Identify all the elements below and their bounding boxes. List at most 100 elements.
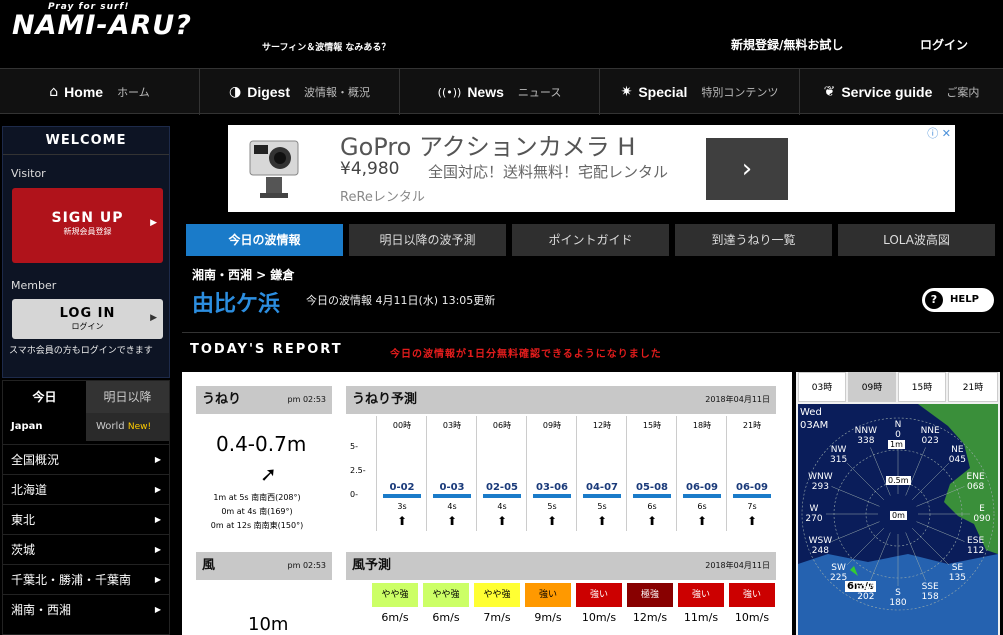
area-item-label: 湘南・西湘 bbox=[11, 603, 72, 617]
forecast-period: 5s bbox=[597, 502, 607, 511]
login-label: LOG IN bbox=[59, 306, 116, 321]
area-item[interactable]: 北海道 ▶ bbox=[3, 474, 169, 504]
swell-line: 1m at 5s 南南西(208°) bbox=[213, 493, 301, 502]
ad-next-button[interactable]: › bbox=[706, 138, 788, 200]
nav-news[interactable]: ((•)) News ニュース bbox=[400, 69, 600, 115]
chevron-right-icon: ▶ bbox=[154, 515, 161, 524]
compass-tab[interactable]: 09時 bbox=[848, 372, 896, 402]
compass-direction: S 180 bbox=[882, 588, 914, 608]
swell-forecast-header: うねり予測 2018年04月11日 bbox=[346, 386, 776, 414]
broadcast-icon: ((•)) bbox=[437, 85, 462, 99]
forecast-column: 06時 02-05 4s ⬆ bbox=[476, 416, 526, 531]
area-item-label: 茨城 bbox=[11, 543, 36, 557]
direction-degrees: 202 bbox=[857, 591, 875, 602]
compass-tab[interactable]: 03時 bbox=[798, 372, 846, 402]
site-logo[interactable]: Pray for surf! NAMI-ARU? bbox=[12, 2, 192, 41]
tab-world-label: World bbox=[96, 421, 125, 432]
nav-home[interactable]: ⌂ Home ホーム bbox=[0, 69, 200, 115]
compass-direction: WSW 248 bbox=[804, 536, 836, 556]
forecast-period: 3s bbox=[397, 502, 407, 511]
direction-degrees: 248 bbox=[811, 546, 829, 557]
forecast-hour: 06時 bbox=[492, 421, 512, 430]
wind-time: pm 02:53 bbox=[287, 561, 326, 570]
tab-point-guide[interactable]: ポイントガイド bbox=[512, 224, 669, 256]
forecast-height-bar bbox=[433, 494, 471, 498]
direction-name: WNW bbox=[808, 471, 833, 482]
direction-name: N bbox=[894, 420, 902, 430]
main-nav: ⌂ Home ホーム ◑ Digest 波情報・概況 ((•)) News ニュ… bbox=[0, 68, 1003, 115]
ad-info-icon[interactable]: ⓘ ✕ bbox=[927, 125, 951, 141]
chevron-right-icon: ▶ bbox=[154, 605, 161, 614]
compass-direction: WNW 293 bbox=[804, 472, 836, 492]
forecast-hour: 12時 bbox=[592, 421, 612, 430]
spot-name: 由比ケ浜 bbox=[192, 292, 281, 317]
help-button[interactable]: ? HELP bbox=[922, 288, 994, 312]
y-tick: 2.5- bbox=[350, 466, 366, 475]
compass-spoke bbox=[905, 447, 926, 496]
nav-special[interactable]: ✷ Special 特別コンテンツ bbox=[600, 69, 800, 115]
nav-special-sub: 特別コンテンツ bbox=[701, 86, 779, 99]
area-item[interactable]: 湘南・西湘 ▶ bbox=[3, 594, 169, 624]
nav-digest[interactable]: ◑ Digest 波情報・概況 bbox=[200, 69, 400, 115]
register-link[interactable]: 新規登録/無料お試し bbox=[731, 36, 843, 53]
breadcrumb[interactable]: 湘南・西湘 > 鎌倉 bbox=[192, 266, 294, 283]
tab-today[interactable]: 今日 bbox=[3, 381, 86, 413]
area-item[interactable]: 茨城 ▶ bbox=[3, 534, 169, 564]
wind-speed-value: 11m/s bbox=[683, 611, 719, 624]
wind-category: 強い bbox=[525, 583, 571, 607]
swell-direction-arrow-icon: ➚ bbox=[260, 462, 277, 486]
tab-swell-list[interactable]: 到達うねり一覧 bbox=[675, 224, 832, 256]
logo-tagline-pray: Pray for surf! bbox=[48, 2, 130, 12]
direction-name: E bbox=[979, 504, 985, 514]
ring-label: 1m bbox=[888, 440, 905, 449]
compass-tab[interactable]: 15時 bbox=[898, 372, 946, 402]
tab-forecast[interactable]: 明日以降の波予測 bbox=[349, 224, 506, 256]
area-item[interactable]: 東北 ▶ bbox=[3, 504, 169, 534]
login-link[interactable]: ログイン bbox=[920, 36, 968, 53]
signup-button[interactable]: SIGN UP 新規会員登録 ▶ bbox=[12, 188, 163, 263]
compass-day: Wed bbox=[800, 407, 822, 418]
forecast-hour: 21時 bbox=[742, 421, 762, 430]
nav-service-guide[interactable]: ❦ Service guide ご案内 bbox=[800, 69, 1003, 115]
ad-shipping: 全国対応！送料無料！宅配レンタル bbox=[428, 163, 669, 181]
compass-direction: SE 135 bbox=[941, 563, 973, 583]
tab-today-wave[interactable]: 今日の波情報 bbox=[186, 224, 343, 256]
tab-tomorrow[interactable]: 明日以降 bbox=[86, 381, 169, 413]
y-tick: 0- bbox=[350, 490, 358, 499]
forecast-period: 6s bbox=[697, 502, 707, 511]
direction-degrees: 225 bbox=[830, 573, 848, 584]
chevron-right-icon: ▶ bbox=[154, 455, 161, 464]
swell-arrow-icon: ⬆ bbox=[396, 514, 408, 528]
swell-forecast-date: 2018年04月11日 bbox=[705, 395, 770, 404]
forecast-period: 4s bbox=[447, 502, 457, 511]
compass-spoke bbox=[831, 486, 880, 507]
swell-arrow-icon: ⬆ bbox=[696, 514, 708, 528]
compass-direction: NNE 023 bbox=[914, 426, 946, 446]
ad-banner[interactable]: GoPro アクションカメラ H ¥4,980 全国対応！送料無料！宅配レンタル… bbox=[228, 125, 955, 212]
help-label: HELP bbox=[950, 294, 979, 305]
nav-digest-label: Digest bbox=[247, 84, 290, 100]
forecast-column: 00時 0-02 3s ⬆ bbox=[376, 416, 426, 531]
compass-tab[interactable]: 21時 bbox=[948, 372, 998, 402]
smartphone-note: スマホ会員の方もログインできます bbox=[9, 346, 153, 356]
area-item[interactable]: 千葉北・勝浦・千葉南 ▶ bbox=[3, 564, 169, 594]
forecast-height: 06-09 bbox=[736, 482, 768, 493]
area-item[interactable]: 全国概況 ▶ bbox=[3, 444, 169, 474]
direction-name: SSE bbox=[921, 581, 939, 592]
direction-degrees: 090 bbox=[973, 514, 991, 524]
swell-label: うねり bbox=[202, 392, 242, 407]
tab-world[interactable]: World New! bbox=[86, 413, 169, 441]
tab-japan[interactable]: Japan bbox=[3, 413, 86, 441]
direction-degrees: 135 bbox=[948, 573, 966, 584]
nav-special-label: Special bbox=[638, 84, 688, 100]
nav-news-label: News bbox=[467, 84, 504, 100]
chevron-right-icon: ▶ bbox=[154, 485, 161, 494]
direction-name: SW bbox=[831, 563, 846, 574]
home-icon: ⌂ bbox=[49, 84, 59, 100]
login-button[interactable]: LOG IN ログイン ▶ bbox=[12, 299, 163, 339]
forecast-hour: 03時 bbox=[442, 421, 462, 430]
forecast-height-bar bbox=[733, 494, 771, 498]
direction-degrees: 112 bbox=[967, 546, 985, 557]
direction-name: ENE bbox=[966, 471, 985, 482]
tab-lola[interactable]: LOLA波高図 bbox=[838, 224, 995, 256]
